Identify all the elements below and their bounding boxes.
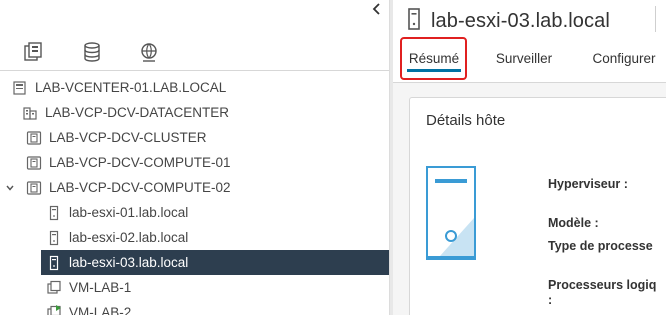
host-icon <box>407 7 421 36</box>
logical-processors-label: Processeurs logiq <box>548 278 657 292</box>
nav-tab-networking[interactable] <box>137 40 161 64</box>
hypervisor-label: Hyperviseur : <box>548 177 628 191</box>
chevron-left-icon <box>372 3 380 15</box>
card-title: Détails hôte <box>426 112 506 129</box>
navigator-panel: LAB-VCENTER-01.LAB.LOCAL LAB-VCP-DCV-DAT… <box>0 0 389 315</box>
object-header: lab-esxi-03.lab.local <box>407 7 610 36</box>
datastore-icon <box>84 42 100 62</box>
nav-tab-hosts-clusters[interactable] <box>22 40 46 64</box>
host-icon <box>46 205 62 221</box>
tree-item-compute-01[interactable]: LAB-VCP-DCV-COMPUTE-01 <box>0 150 389 175</box>
network-icon <box>141 43 157 62</box>
datacenter-icon <box>22 105 38 121</box>
tree-item-label: lab-esxi-01.lab.local <box>69 205 189 220</box>
tree-item-label: LAB-VCP-DCV-CLUSTER <box>49 130 207 145</box>
vm-powered-on-icon <box>46 304 62 315</box>
cluster-icon <box>26 130 42 146</box>
model-label: Modèle : <box>548 216 599 230</box>
cluster-icon <box>26 155 42 171</box>
tree-item-label: LAB-VCP-DCV-COMPUTE-01 <box>49 155 231 170</box>
object-view: lab-esxi-03.lab.local Résumé Surveiller … <box>393 0 666 315</box>
cluster-icon <box>26 180 42 196</box>
logical-processors-colon: : <box>548 293 553 307</box>
host-icon <box>46 255 62 271</box>
tree-item-vcenter[interactable]: LAB-VCENTER-01.LAB.LOCAL <box>0 75 389 100</box>
tab-configure[interactable]: Configurer <box>585 40 663 76</box>
tree-item-esxi-01[interactable]: lab-esxi-01.lab.local <box>0 200 389 225</box>
navigator-divider <box>0 70 389 71</box>
object-tabs: Résumé Surveiller Configurer <box>393 40 666 76</box>
server-tower-icon <box>426 166 476 265</box>
tree-item-label: LAB-VCP-DCV-DATACENTER <box>45 105 230 120</box>
tree-item-label: lab-esxi-03.lab.local <box>69 255 189 270</box>
tree-item-esxi-02[interactable]: lab-esxi-02.lab.local <box>0 225 389 250</box>
host-details-card: Détails hôte Hyperviseur : Modèle : Type… <box>409 97 666 315</box>
vcenter-icon <box>12 80 28 96</box>
processor-type-label: Type de processe <box>548 239 653 253</box>
tree-item-label: LAB-VCENTER-01.LAB.LOCAL <box>35 80 227 95</box>
tree-item-cluster[interactable]: LAB-VCP-DCV-CLUSTER <box>0 125 389 150</box>
tree-item-compute-02[interactable]: LAB-VCP-DCV-COMPUTE-02 <box>0 175 389 200</box>
page-title: lab-esxi-03.lab.local <box>431 10 610 32</box>
tree-item-datacenter[interactable]: LAB-VCP-DCV-DATACENTER <box>0 100 389 125</box>
tab-summary[interactable]: Résumé <box>405 40 463 76</box>
tree-item-label: VM-LAB-1 <box>69 280 132 295</box>
host-icon <box>46 230 62 246</box>
tree-item-esxi-03[interactable]: lab-esxi-03.lab.local <box>0 250 389 275</box>
tree-item-label: lab-esxi-02.lab.local <box>69 230 189 245</box>
collapse-navigator-button[interactable] <box>367 0 387 18</box>
tree-item-vm-lab-1[interactable]: VM-LAB-1 <box>0 275 389 300</box>
header-separator <box>655 6 656 32</box>
tree-item-vm-lab-2[interactable]: VM-LAB-2 <box>0 300 389 315</box>
navigator-tabs <box>0 38 389 68</box>
tree-item-label: LAB-VCP-DCV-COMPUTE-02 <box>49 180 231 195</box>
chevron-down-icon[interactable] <box>4 182 16 194</box>
tree-item-label: VM-LAB-2 <box>69 305 132 315</box>
tab-monitor[interactable]: Surveiller <box>489 40 559 76</box>
hosts-clusters-icon <box>24 42 42 61</box>
nav-tab-storage[interactable] <box>80 40 104 64</box>
vm-icon <box>46 280 62 296</box>
